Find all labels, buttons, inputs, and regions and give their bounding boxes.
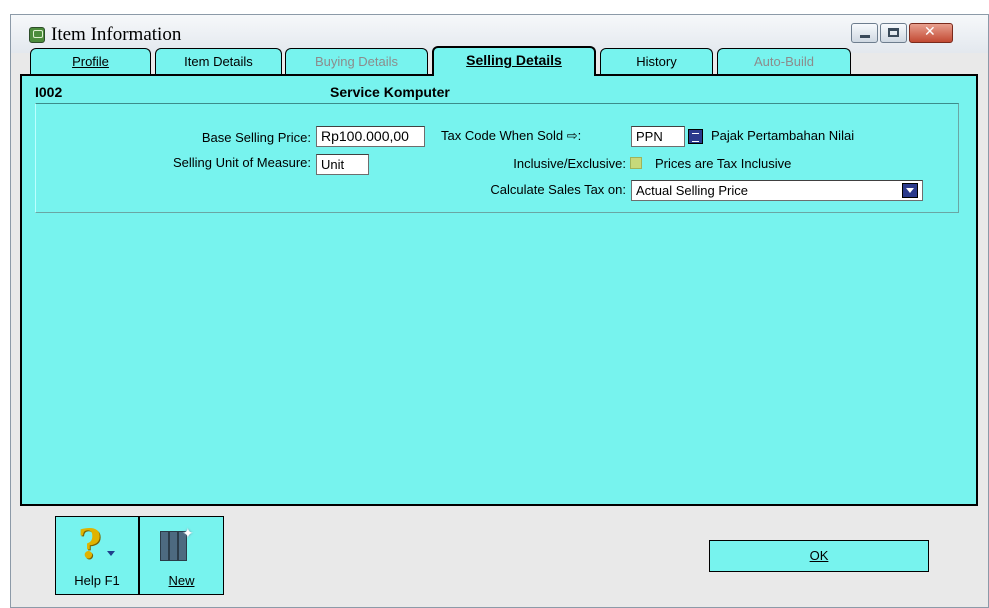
inclusive-exclusive-label: Inclusive/Exclusive:: [513, 156, 626, 171]
base-selling-price-label: Base Selling Price:: [201, 130, 311, 145]
tab-selling-details-label: Selling Details: [466, 52, 562, 68]
tab-history-label: History: [636, 54, 677, 69]
tab-auto-build[interactable]: Auto-Build: [717, 48, 851, 75]
tax-inclusive-checkbox[interactable]: [630, 157, 642, 169]
new-button-label: New: [168, 573, 195, 588]
tax-code-field[interactable]: PPN: [631, 126, 685, 147]
tab-history[interactable]: History: [600, 48, 713, 75]
tab-item-details-label: Item Details: [184, 54, 253, 69]
tab-auto-build-label: Auto-Build: [754, 54, 814, 69]
selling-unit-field[interactable]: Unit: [316, 154, 369, 175]
ok-button-label: OK: [809, 548, 829, 563]
tax-inclusive-text: Prices are Tax Inclusive: [655, 156, 792, 171]
item-name: Service Komputer: [330, 84, 450, 100]
new-button[interactable]: ✦ New: [139, 516, 224, 595]
new-books-icon: ✦: [160, 527, 200, 561]
close-button[interactable]: [909, 23, 953, 43]
tab-buying-details[interactable]: Buying Details: [285, 48, 428, 75]
question-mark-icon: ?: [78, 521, 102, 568]
list-lookup-icon[interactable]: [688, 129, 703, 144]
chevron-down-icon[interactable]: [902, 183, 918, 198]
tab-selling-details[interactable]: Selling Details: [432, 46, 596, 76]
tab-buying-details-label: Buying Details: [314, 54, 399, 69]
maximize-button[interactable]: [880, 23, 907, 43]
base-selling-price-field[interactable]: Rp100.000,00: [316, 126, 425, 147]
window-title: Item Information: [51, 24, 182, 45]
tab-item-details[interactable]: Item Details: [155, 48, 282, 75]
tax-code-description: Pajak Pertambahan Nilai: [711, 128, 855, 143]
calculate-sales-tax-select[interactable]: Actual Selling Price: [631, 180, 923, 201]
dropdown-caret-icon: [107, 551, 115, 556]
help-button-label: Help F1: [74, 573, 120, 588]
tax-code-label[interactable]: Tax Code When Sold ⇨:: [441, 128, 581, 144]
calculate-sales-tax-label: Calculate Sales Tax on:: [490, 182, 626, 197]
ok-button[interactable]: OK: [709, 540, 929, 572]
minimize-button[interactable]: [851, 23, 878, 43]
help-button[interactable]: ? Help F1: [55, 516, 139, 595]
app-icon: [29, 27, 45, 43]
item-code: I002: [35, 84, 63, 100]
tab-profile-label: Profile: [72, 54, 109, 69]
tab-profile[interactable]: Profile: [30, 48, 151, 75]
selling-unit-label: Selling Unit of Measure:: [172, 155, 311, 170]
